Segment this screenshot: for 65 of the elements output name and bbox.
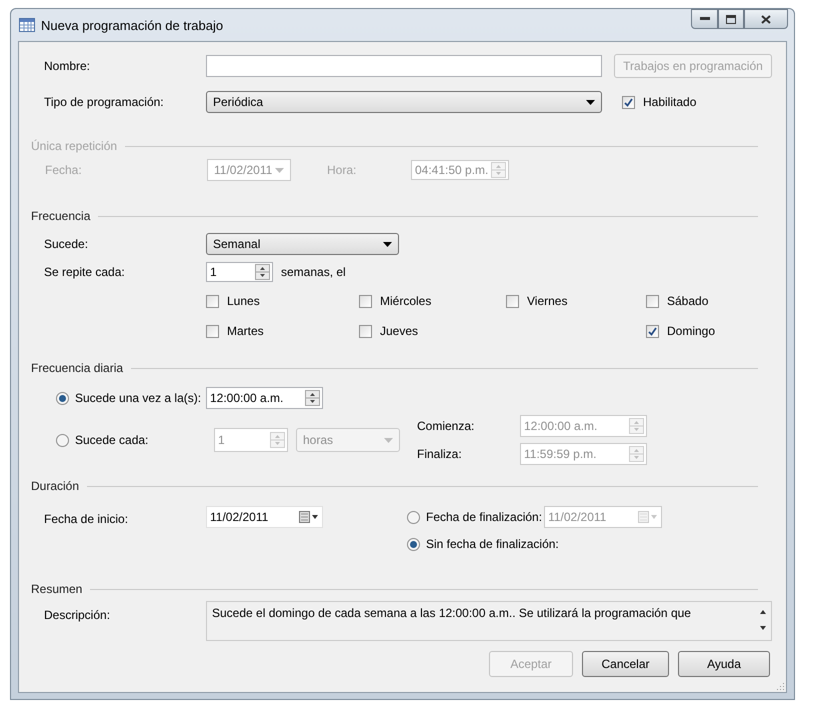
caret-icon [383, 242, 392, 246]
caret-icon [275, 168, 284, 172]
field-label: Nombre: [44, 59, 92, 73]
field-label: Finaliza: [417, 447, 463, 461]
field-label: Comienza: [417, 419, 476, 433]
start-date-picker[interactable]: 11/02/2011 [206, 506, 323, 528]
dialog-button[interactable]: Cancelar [582, 651, 669, 677]
radio-label[interactable]: Sucede cada: [75, 433, 214, 447]
checkbox[interactable] [646, 324, 659, 338]
section-title: Duración [31, 479, 80, 493]
unit-label: semanas, el [281, 265, 346, 279]
radio-button[interactable] [56, 392, 69, 404]
section-title: Única repetición [31, 139, 118, 153]
close-icon [761, 14, 771, 24]
field-label: Fecha de inicio: [44, 512, 130, 526]
section-title: Frecuencia [31, 209, 90, 223]
checkbox[interactable] [359, 324, 372, 338]
checkbox-label[interactable]: Miércoles [380, 294, 432, 308]
checkbox-label[interactable]: Viernes [527, 294, 568, 308]
checkbox-label[interactable]: Habilitado [643, 95, 696, 109]
calendar-icon[interactable] [299, 511, 319, 523]
occurs-dropdown[interactable]: Semanal [206, 233, 399, 255]
field-label: Hora: [327, 163, 358, 177]
spin-arrows-icon[interactable] [255, 264, 270, 280]
maximize-icon [726, 14, 736, 24]
checkbox[interactable] [359, 294, 372, 308]
checkbox-label[interactable]: Lunes [227, 294, 260, 308]
field-label: Se repite cada: [44, 265, 126, 279]
window-title: Nueva programación de trabajo [41, 18, 224, 32]
checkbox-label[interactable]: Martes [227, 324, 264, 338]
schedule-type-dropdown[interactable]: Periódica [206, 91, 602, 113]
checkbox[interactable] [622, 96, 635, 108]
resize-grip-icon[interactable] [775, 681, 785, 691]
spin-arrows-icon[interactable] [305, 390, 320, 406]
dialog-button[interactable]: Ayuda [678, 651, 770, 677]
caret-icon [384, 438, 393, 442]
minimize-button[interactable] [691, 9, 718, 29]
repeat-field[interactable]: 1 [206, 262, 273, 282]
maximize-button[interactable] [718, 9, 744, 29]
field-label: Descripción: [44, 608, 112, 622]
description-field[interactable]: Sucede el domingo de cada semana a las 12:00:00 a.m.. Se utilizará la programación que [206, 601, 772, 641]
checkbox-label[interactable]: Sábado [667, 294, 708, 308]
radio-label[interactable]: Fecha de finalización: [426, 510, 542, 524]
radio-label[interactable]: Sucede una vez a la(s): [75, 391, 206, 405]
radio-button[interactable] [56, 434, 69, 446]
calendar-grid-icon [19, 18, 35, 32]
checkbox[interactable] [206, 294, 219, 308]
section-title: Frecuencia diaria [31, 361, 124, 375]
checkbox[interactable] [506, 294, 519, 308]
name-field[interactable] [206, 55, 602, 77]
field-label: Sucede: [44, 237, 90, 251]
caret-icon [586, 100, 595, 104]
minimize-icon [700, 17, 710, 21]
checkbox-label[interactable]: Jueves [380, 324, 418, 338]
radio-button[interactable] [407, 538, 420, 550]
radio-button[interactable] [407, 510, 420, 524]
checkbox[interactable] [206, 324, 219, 338]
time-field[interactable]: 12:00:00 a.m. [206, 387, 323, 409]
section-title: Resumen [31, 582, 82, 596]
radio-label[interactable]: Sin fecha de finalización: [426, 537, 559, 551]
checkbox[interactable] [646, 294, 659, 308]
close-button[interactable] [744, 9, 788, 29]
field-label: Tipo de programación: [44, 95, 165, 109]
field-label: Fecha: [45, 163, 83, 177]
checkbox-label[interactable]: Domingo [667, 324, 716, 338]
